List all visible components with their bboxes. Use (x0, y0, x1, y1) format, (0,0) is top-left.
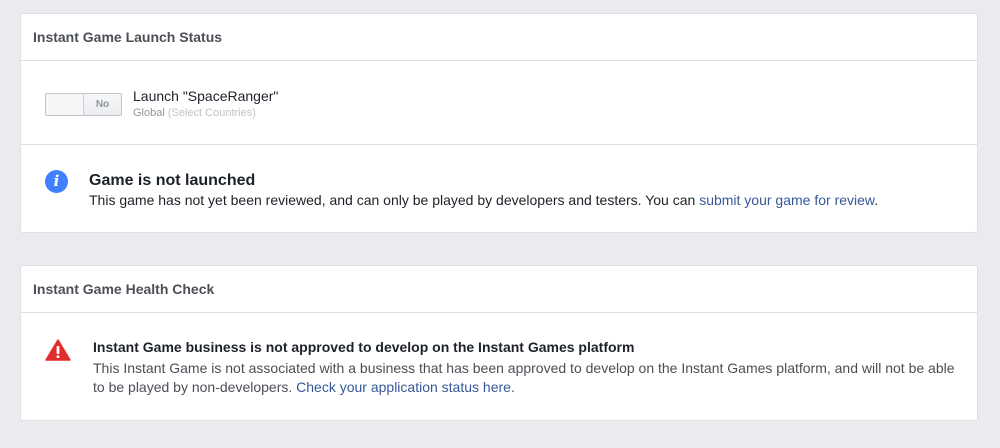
toggle-label: No (84, 94, 121, 115)
application-status-link[interactable]: Check your application status here (296, 379, 511, 395)
notice-body-text: This game has not yet been reviewed, and… (89, 192, 700, 208)
warning-title: Instant Game business is not approved to… (93, 339, 635, 355)
health-check-panel: Instant Game Health Check Instant Game b… (20, 265, 978, 421)
warning-icon (45, 339, 71, 361)
warning-body-end: . (510, 379, 515, 395)
launch-toggle[interactable]: No (45, 93, 122, 116)
launch-notice: i Game is not launched This game has not… (21, 145, 977, 231)
select-countries-link[interactable]: (Select Countries) (168, 107, 256, 119)
launch-region: Global (Select Countries) (133, 106, 278, 120)
region-label: Global (133, 107, 165, 119)
launch-status-panel: Instant Game Launch Status No Launch "Sp… (20, 13, 978, 233)
submit-review-link[interactable]: submit your game for review (699, 192, 874, 208)
warning-body-text: This Instant Game is not associated with… (93, 360, 955, 395)
notice-body: This game has not yet been reviewed, and… (89, 191, 878, 210)
info-icon: i (45, 170, 68, 193)
warning-body: This Instant Game is not associated with… (93, 359, 963, 397)
health-warning: Instant Game business is not approved to… (21, 313, 977, 419)
launch-status-header: Instant Game Launch Status (21, 14, 977, 61)
toggle-track (46, 94, 84, 115)
launch-text: Launch "SpaceRanger" Global (Select Coun… (133, 87, 278, 120)
notice-text: Game is not launched This game has not y… (89, 171, 878, 210)
notice-title: Game is not launched (89, 172, 256, 189)
health-check-header: Instant Game Health Check (21, 266, 977, 313)
launch-row: No Launch "SpaceRanger" Global (Select C… (21, 61, 977, 145)
launch-game-title: Launch "SpaceRanger" (133, 88, 279, 104)
notice-body-end: . (874, 192, 879, 208)
warning-text: Instant Game business is not approved to… (93, 338, 963, 397)
